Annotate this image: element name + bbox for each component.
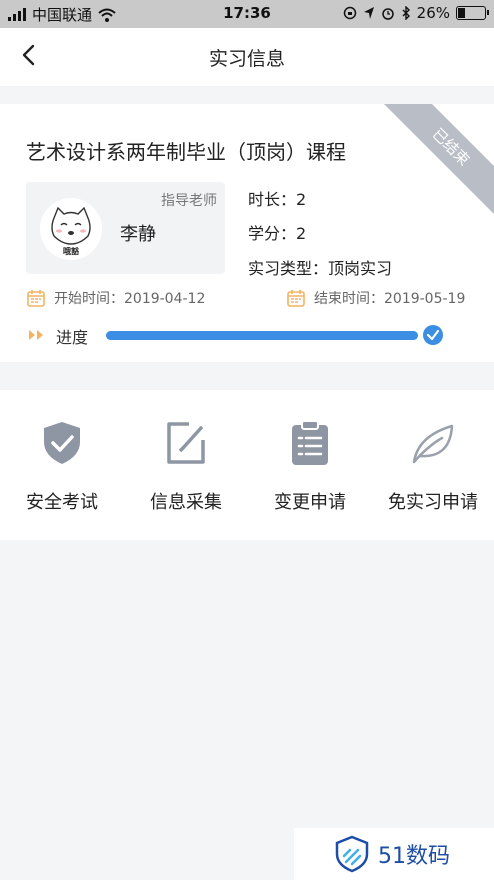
- calendar-icon: [27, 290, 45, 307]
- rotation-lock-icon: [343, 6, 356, 20]
- edit-icon: [167, 422, 205, 464]
- status-bar: 中国联通 17:36 26%: [0, 0, 494, 28]
- teacher-name: 李静: [120, 224, 156, 245]
- end-date-row: 结束时间：2019-05-19: [286, 288, 465, 308]
- teacher-label: 指导老师: [161, 193, 217, 209]
- bluetooth-icon: [402, 6, 410, 20]
- calendar-icon: [287, 290, 305, 307]
- end-date: 结束时间：2019-05-19: [314, 291, 466, 307]
- change-request-label: 变更申请: [274, 492, 346, 513]
- leaf-icon: [412, 424, 454, 464]
- duration-text: 时长：2: [248, 190, 307, 209]
- nav-bar: 实习信息: [0, 28, 494, 86]
- shield-check-icon: [44, 422, 80, 464]
- progress-bar: [106, 331, 418, 340]
- double-arrow-icon: [29, 330, 43, 340]
- status-right: 26%: [343, 4, 489, 22]
- exemption-request-button[interactable]: 免实习申请: [372, 418, 494, 514]
- start-date-row: 开始时间：2019-04-12: [26, 288, 205, 308]
- watermark: 51数码: [294, 828, 494, 880]
- info-collect-label: 信息采集: [150, 492, 222, 513]
- svg-text:哦豁: 哦豁: [63, 246, 80, 256]
- location-icon: [363, 7, 374, 19]
- progress-row: 进度: [26, 324, 456, 348]
- course-title: 艺术设计系两年制毕业（顶岗）课程: [26, 140, 346, 164]
- action-grid: 安全考试 信息采集 变更申请 免实习申请: [0, 390, 494, 540]
- progress-label: 进度: [56, 328, 89, 347]
- avatar: 哦豁: [40, 198, 102, 260]
- watermark-text: 51数码: [378, 844, 450, 869]
- progress-fill: [106, 331, 418, 340]
- change-request-button[interactable]: 变更申请: [248, 418, 372, 514]
- start-date: 开始时间：2019-04-12: [54, 291, 206, 307]
- internship-card[interactable]: 艺术设计系两年制毕业（顶岗）课程 已结束 哦豁 指导老师 李静 时长：2 学分：…: [0, 104, 494, 362]
- battery-percent: 26%: [416, 4, 450, 22]
- credit-text: 学分：2: [248, 224, 307, 243]
- info-collect-button[interactable]: 信息采集: [124, 418, 248, 514]
- safety-exam-button[interactable]: 安全考试: [0, 418, 124, 514]
- page-title: 实习信息: [208, 48, 285, 70]
- status-badge: 已结束: [378, 104, 494, 220]
- watermark-logo-icon: [335, 835, 369, 873]
- battery-icon: [456, 6, 489, 20]
- safety-exam-label: 安全考试: [26, 492, 98, 513]
- check-circle-icon: [423, 325, 443, 345]
- internship-type-text: 实习类型：顶岗实习: [248, 259, 393, 278]
- alarm-icon: [381, 8, 394, 20]
- teacher-panel: 哦豁 指导老师 李静: [26, 182, 225, 274]
- exemption-request-label: 免实习申请: [388, 492, 478, 513]
- clipboard-icon: [292, 420, 328, 465]
